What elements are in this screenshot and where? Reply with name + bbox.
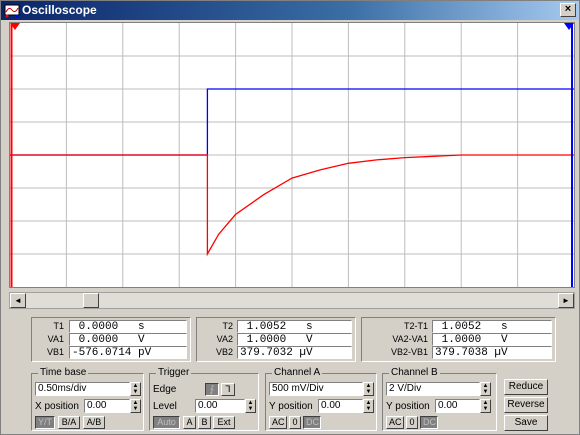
va-diff-value: 1.0000 V [432,333,552,346]
timebase-group: Time base 0.50ms/div ▲ ▼ X position 0.00 … [31,367,144,431]
channel-b-scale-field[interactable]: 2 V/Div [386,382,480,396]
trigger-level-spinner[interactable]: ▲ ▼ [245,399,256,413]
t-diff-value: 1.0052 s [432,320,552,333]
trigger-group: Trigger Edge ⨍ Ꞁ Level 0.00 ▲ ▼ Auto A B … [149,367,259,431]
channel-b-scale-spinner[interactable]: ▲ ▼ [480,382,491,396]
channel-b-ypos-input[interactable]: 0.00 [435,399,480,413]
window-title: Oscilloscope [22,3,97,17]
xposition-label: X position [35,401,79,412]
readout-cursor1: T1 0.0000 s VA1 0.0000 V VB1 -576.0714 p… [31,317,191,362]
scroll-thumb[interactable] [82,293,99,308]
channel-a-title: Channel A [272,367,323,378]
t1-value: 0.0000 s [69,320,187,333]
t1-label: T1 [53,321,64,331]
channel-a-zero-button[interactable]: 0 [289,416,301,429]
oscilloscope-window: Oscilloscope × ◄ ► T1 0.0000 s VA1 0.000… [0,0,580,435]
title-bar[interactable]: Oscilloscope × [1,1,579,20]
channel-a-ypos-spinner[interactable]: ▲ ▼ [363,399,374,413]
trigger-b-button[interactable]: B [198,416,211,429]
scope-graph [10,23,574,287]
vb2-value: 379.7032 µV [237,346,352,359]
arrow-left-icon: ◄ [14,296,22,305]
falling-edge-icon: Ꞁ [225,384,231,394]
edge-rising-button[interactable]: ⨍ [205,383,219,396]
close-button[interactable]: × [560,3,576,17]
timebase-scale-spinner[interactable]: ▲ ▼ [130,382,141,396]
channel-a-ypos-input[interactable]: 0.00 [318,399,363,413]
edge-falling-button[interactable]: Ꞁ [221,383,235,396]
scroll-right-button[interactable]: ► [558,293,574,308]
va1-label: VA1 [47,334,64,344]
xposition-spinner[interactable]: ▲ ▼ [130,399,141,413]
channel-a-scale-field[interactable]: 500 mV/Div [269,382,363,396]
channel-a-dc-button[interactable]: DC [303,416,321,429]
channel-b-title: Channel B [389,367,440,378]
readout-difference: T2-T1 1.0052 s VA2-VA1 1.0000 V VB2-VB1 … [361,317,556,362]
t2-label: T2 [222,321,233,331]
edge-label: Edge [153,384,177,395]
channel-a-group: Channel A 500 mV/Div ▲ ▼ Y position 0.00 … [265,367,377,431]
mode-ba-button[interactable]: B/A [58,416,80,429]
trigger-auto-button[interactable]: Auto [153,416,180,429]
t-diff-label: T2-T1 [403,321,428,331]
mode-ab-button[interactable]: A/B [83,416,105,429]
close-icon: × [564,3,572,15]
va2-label: VA2 [216,334,233,344]
channel-b-ypos-spinner[interactable]: ▲ ▼ [480,399,491,413]
scroll-left-button[interactable]: ◄ [10,293,26,308]
vb1-value: -576.0714 pV [69,346,187,359]
rising-edge-icon: ⨍ [209,384,215,394]
channel-b-zero-button[interactable]: 0 [406,416,418,429]
trigger-title: Trigger [156,367,192,378]
vb2-label: VB2 [215,347,233,357]
trigger-a-button[interactable]: A [183,416,196,429]
vb-diff-value: 379.7038 µV [432,346,552,359]
readout-cursor2: T2 1.0052 s VA2 1.0000 V VB2 379.7032 µV [196,317,356,362]
channel-b-group: Channel B 2 V/Div ▲ ▼ Y position 0.00 ▲ ▼ … [382,367,497,431]
scope-display [9,22,575,288]
channel-b-dc-button[interactable]: DC [420,416,438,429]
reverse-button[interactable]: Reverse [504,397,548,413]
va1-value: 0.0000 V [69,333,187,346]
arrow-right-icon: ► [562,296,570,305]
vb-diff-label: VB2-VB1 [390,347,428,357]
level-label: Level [153,401,177,412]
channel-a-ypos-label: Y position [269,401,313,412]
channel-b-ypos-label: Y position [386,401,430,412]
t2-value: 1.0052 s [237,320,352,333]
save-button[interactable]: Save [504,415,548,431]
timebase-scale-field[interactable]: 0.50ms/div [35,382,130,396]
trigger-level-input[interactable]: 0.00 [195,399,245,413]
mode-yt-button[interactable]: Y/T [35,416,55,429]
trigger-ext-button[interactable]: Ext [213,416,235,429]
timebase-title: Time base [38,367,89,378]
xposition-input[interactable]: 0.00 [84,399,130,413]
channel-a-scale-spinner[interactable]: ▲ ▼ [363,382,374,396]
channel-a-ac-button[interactable]: AC [269,416,287,429]
vb1-label: VB1 [46,347,64,357]
va2-value: 1.0000 V [237,333,352,346]
oscilloscope-app-icon [4,4,20,18]
time-scrollbar[interactable]: ◄ ► [9,292,575,309]
channel-b-ac-button[interactable]: AC [386,416,404,429]
reduce-button[interactable]: Reduce [504,379,548,395]
va-diff-label: VA2-VA1 [392,334,428,344]
